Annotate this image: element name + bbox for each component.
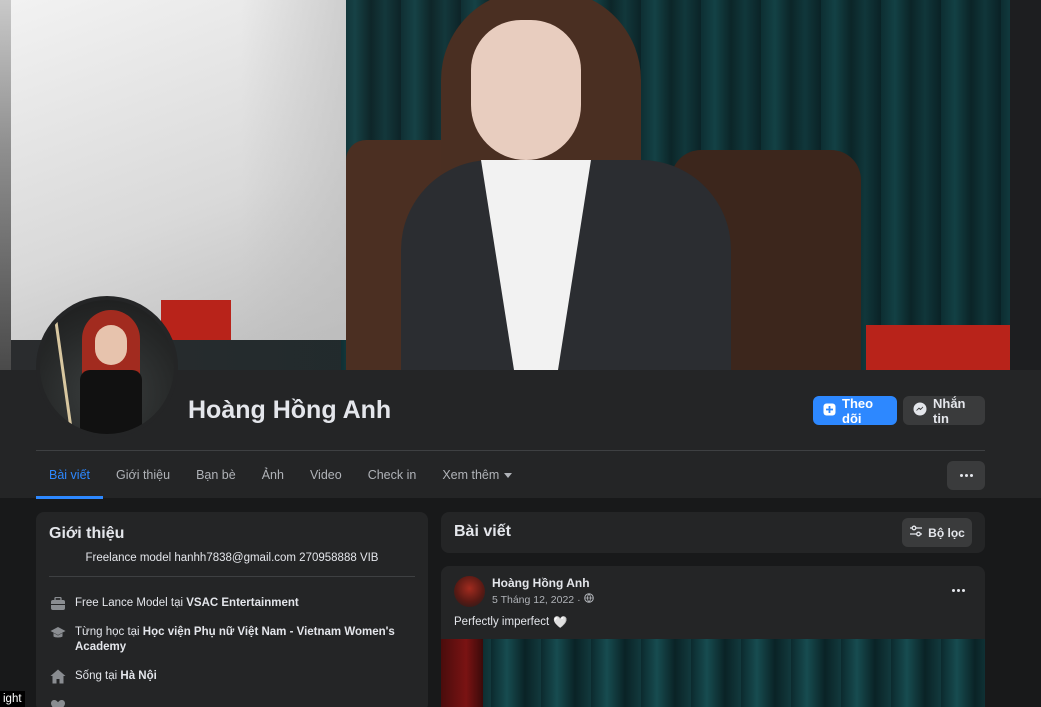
tab-label: Video xyxy=(309,468,342,482)
post-author[interactable]: Hoàng Hồng Anh xyxy=(492,576,590,590)
tab-videos[interactable]: Video xyxy=(297,451,355,499)
intro-lives-prefix: Sống tại xyxy=(75,670,121,682)
intro-work: Free Lance Model tại VSAC Entertainment xyxy=(49,596,409,612)
home-icon xyxy=(49,668,66,685)
intro-bio: Freelance model hanhh7838@gmail.com 2709… xyxy=(85,552,379,564)
intro-work-prefix: Free Lance Model tại xyxy=(75,597,187,609)
tab-label: Ảnh xyxy=(261,468,284,482)
tab-posts[interactable]: Bài viết xyxy=(36,451,103,499)
intro-work-place[interactable]: VSAC Entertainment xyxy=(186,597,298,609)
cover-plaque-left xyxy=(161,300,231,340)
ellipsis-dot xyxy=(961,588,965,592)
post-image-curtain-red xyxy=(441,639,483,707)
filter-label: Bộ lọc xyxy=(928,525,965,540)
ellipsis-icon xyxy=(959,474,963,477)
tab-checkins[interactable]: Check in xyxy=(355,451,430,499)
profile-avatar[interactable] xyxy=(36,296,178,438)
tab-more[interactable]: Xem thêm xyxy=(429,451,525,499)
follow-plus-icon xyxy=(823,403,836,419)
intro-education: Từng học tại Học viện Phụ nữ Việt Nam - … xyxy=(49,625,409,655)
posts-title: Bài viết xyxy=(454,523,511,540)
tab-label: Giới thiệu xyxy=(116,468,171,482)
caret-down-icon xyxy=(504,472,513,478)
messenger-icon xyxy=(913,402,927,419)
message-label: Nhắn tin xyxy=(933,395,966,426)
tab-label: Xem thêm xyxy=(442,468,500,482)
white-heart-icon: 🤍 xyxy=(553,617,568,629)
intro-card: Giới thiệu Freelance model hanhh7838@gma… xyxy=(36,512,428,707)
posts-header-card: Bài viết Bộ lọc xyxy=(441,512,985,553)
intro-work-text: Free Lance Model tại VSAC Entertainment xyxy=(75,596,299,611)
meta-separator: · xyxy=(577,593,581,606)
profile-tabs: Bài viết Giới thiệu Bạn bè Ảnh Video Che… xyxy=(36,451,525,499)
intro-education-text: Từng học tại Học viện Phụ nữ Việt Nam - … xyxy=(75,625,409,655)
ellipsis-dot xyxy=(956,588,960,592)
avatar-face xyxy=(95,325,127,365)
tab-photos[interactable]: Ảnh xyxy=(249,451,297,499)
tab-label: Bài viết xyxy=(49,468,90,482)
intro-title: Giới thiệu xyxy=(49,525,125,542)
cover-plaque-right xyxy=(866,325,1010,370)
intro-lives-text: Sống tại Hà Nội xyxy=(75,669,157,684)
intro-divider xyxy=(49,576,415,577)
ellipsis-icon xyxy=(951,588,955,592)
corner-overlay-label: ight xyxy=(0,691,25,707)
filter-sliders-icon xyxy=(909,525,923,540)
follow-label: Theo dõi xyxy=(842,395,874,426)
profile-avatar-photo xyxy=(40,300,174,434)
intro-next-row xyxy=(49,698,409,707)
cover-screen-shadow xyxy=(241,0,346,340)
filter-button[interactable]: Bộ lọc xyxy=(902,518,972,547)
post-card: Hoàng Hồng Anh 5 Tháng 12, 2022 · Perfec… xyxy=(441,566,985,707)
post-text: Perfectly imperfect 🤍 xyxy=(454,615,568,629)
left-edge-strip xyxy=(0,0,11,370)
tab-friends[interactable]: Bạn bè xyxy=(183,451,249,499)
profile-more-button[interactable] xyxy=(947,461,985,490)
post-meta: 5 Tháng 12, 2022 · xyxy=(492,593,594,606)
right-edge-strip xyxy=(1010,0,1041,370)
intro-edu-prefix: Từng học tại xyxy=(75,626,143,638)
intro-lives: Sống tại Hà Nội xyxy=(49,669,409,685)
tab-label: Bạn bè xyxy=(196,468,236,482)
globe-icon xyxy=(583,593,594,606)
avatar-cue xyxy=(54,320,73,430)
post-date[interactable]: 5 Tháng 12, 2022 xyxy=(492,594,574,606)
post-author-avatar[interactable] xyxy=(454,576,485,607)
briefcase-icon xyxy=(49,595,66,612)
cover-person-face xyxy=(471,20,581,160)
tab-about[interactable]: Giới thiệu xyxy=(103,451,183,499)
heart-icon xyxy=(49,697,66,707)
profile-name: Hoàng Hồng Anh xyxy=(188,396,392,424)
avatar-dress xyxy=(80,370,142,434)
cover-photo[interactable] xyxy=(11,0,1010,370)
ellipsis-dot xyxy=(964,474,968,477)
post-options-button[interactable] xyxy=(945,582,971,598)
graduation-cap-icon xyxy=(49,624,66,641)
intro-lives-place[interactable]: Hà Nội xyxy=(120,670,156,682)
follow-button[interactable]: Theo dõi xyxy=(813,395,897,426)
post-image[interactable] xyxy=(441,639,985,707)
post-text-content: Perfectly imperfect xyxy=(454,616,550,628)
message-button[interactable]: Nhắn tin xyxy=(903,395,985,426)
tab-label: Check in xyxy=(367,468,417,482)
ellipsis-dot xyxy=(969,474,973,477)
